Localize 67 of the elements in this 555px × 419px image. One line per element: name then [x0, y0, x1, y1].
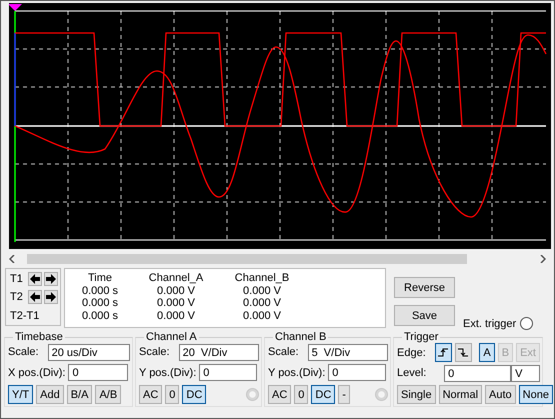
rising-edge-button[interactable]: [435, 343, 452, 362]
group-title: Channel B: [274, 331, 328, 343]
mode-button[interactable]: Single: [397, 385, 436, 404]
field-label: Edge:: [397, 346, 427, 358]
column-header: Time: [86, 272, 114, 284]
cursor-label: T1: [10, 273, 24, 285]
input-field[interactable]: 20 us/Div: [48, 344, 130, 361]
field-label: Scale:: [268, 346, 299, 358]
field-label: X pos.(Div):: [8, 366, 66, 379]
input-field[interactable]: 0: [444, 364, 512, 382]
field-label: Y pos.(Div):: [268, 366, 326, 379]
group-title: Timebase: [14, 331, 64, 343]
field-label: Y pos.(Div):: [139, 366, 196, 379]
trigger-marker-icon[interactable]: [9, 4, 22, 11]
coupling-button[interactable]: DC: [182, 385, 206, 404]
cursor-label: T2-T1: [10, 310, 40, 322]
table-cell-text: 0.000 V: [156, 297, 196, 310]
group-title: Trigger: [403, 331, 440, 343]
move-right-button[interactable]: [44, 272, 58, 286]
column-header: Channel_B: [234, 272, 290, 284]
mode-button[interactable]: None: [518, 385, 553, 404]
input-field[interactable]: 0: [199, 364, 258, 382]
coupling-button[interactable]: DC: [311, 385, 336, 404]
table-cell-text: 0.000 V: [242, 297, 282, 310]
coupling-button[interactable]: -: [338, 385, 350, 404]
scroll-right-icon[interactable]: [540, 255, 546, 263]
input-field[interactable]: 20 V/Div: [178, 344, 259, 361]
mode-button[interactable]: Y/T: [8, 385, 34, 404]
table-cell-text: 0.000 V: [242, 310, 282, 322]
action-button[interactable]: Reverse: [394, 277, 455, 298]
mode-button[interactable]: Auto: [485, 385, 516, 404]
mode-button[interactable]: A/B: [95, 385, 122, 404]
scroll-left-icon[interactable]: [9, 255, 15, 263]
table-cell-text: 0.000 s: [80, 297, 120, 310]
move-left-button[interactable]: [28, 272, 42, 286]
input-field[interactable]: 0: [68, 364, 128, 382]
mode-button[interactable]: Add: [36, 385, 64, 404]
mode-button[interactable]: B/A: [66, 385, 92, 404]
move-right-button[interactable]: [44, 290, 58, 304]
coupling-button[interactable]: AC: [268, 385, 292, 404]
table-cell-text: 0.000 V: [242, 284, 282, 297]
field-label: Level:: [397, 367, 428, 379]
unit-field[interactable]: V: [511, 364, 540, 382]
field-label: Scale:: [139, 346, 170, 358]
input-field[interactable]: 5 V/Div: [308, 344, 388, 361]
move-left-button[interactable]: [28, 290, 42, 304]
scroll-thumb[interactable]: [27, 254, 467, 264]
falling-edge-icon: [458, 347, 469, 358]
mode-button[interactable]: Normal: [438, 385, 482, 404]
table-cell-text: 0.000 V: [156, 284, 196, 297]
radio-button[interactable]: [520, 317, 534, 330]
source-button[interactable]: A: [479, 343, 495, 362]
table-cell-text: 0.000 V: [156, 310, 196, 322]
table-cell-text: 0.000 s: [80, 310, 120, 322]
input-field[interactable]: 0: [328, 364, 386, 382]
coupling-button[interactable]: AC: [139, 385, 162, 404]
group-title: Channel A: [145, 331, 198, 343]
field-label: Scale:: [8, 346, 39, 358]
action-button[interactable]: Save: [394, 305, 455, 326]
falling-edge-button[interactable]: [454, 343, 472, 362]
rising-edge-icon: [438, 347, 449, 358]
ext-trigger-label: Ext. trigger: [463, 318, 516, 330]
column-header: Channel_A: [148, 272, 204, 284]
coupling-button[interactable]: 0: [165, 385, 180, 404]
cursor-label: T2: [10, 291, 24, 303]
coupling-button[interactable]: 0: [294, 385, 308, 404]
table-cell-text: 0.000 s: [80, 284, 120, 297]
